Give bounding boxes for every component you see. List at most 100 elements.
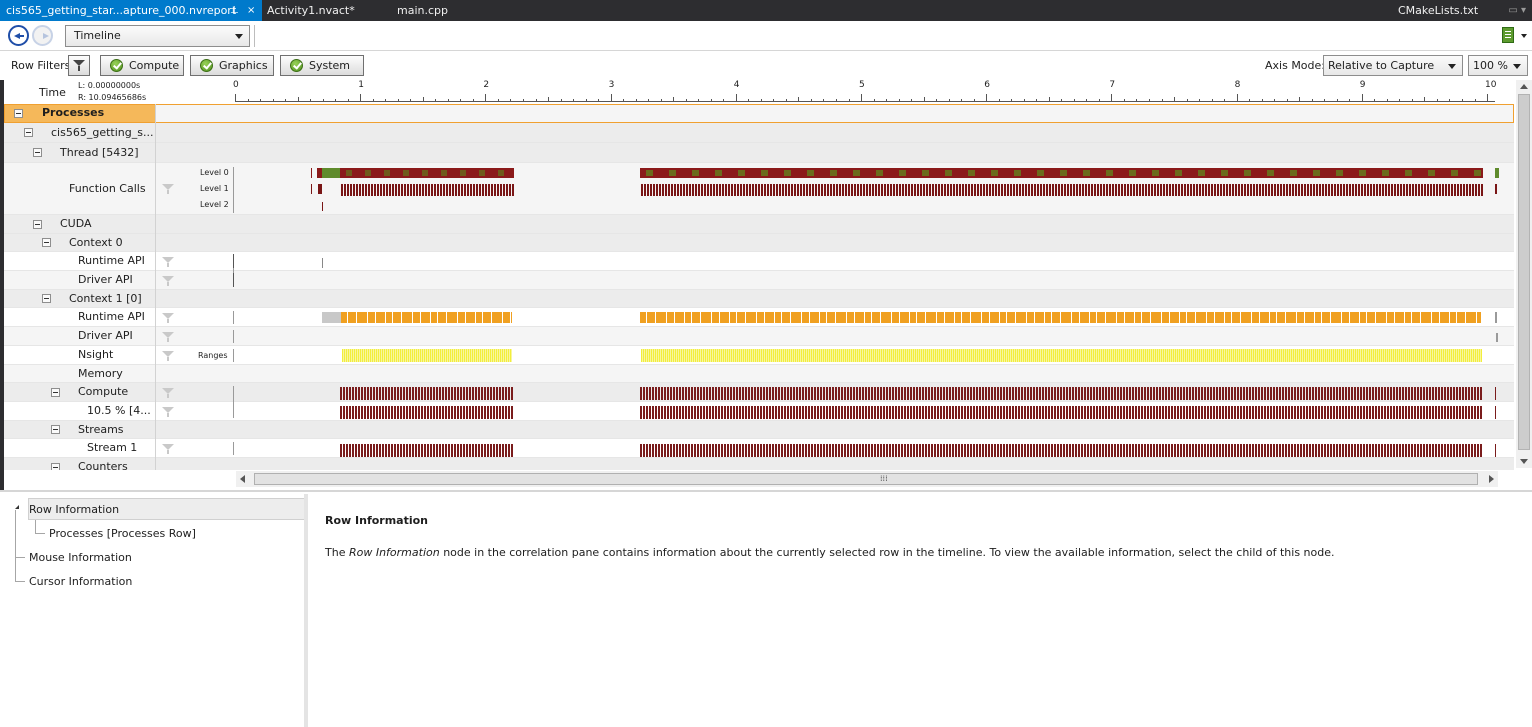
report-icon[interactable] (1502, 27, 1514, 43)
ctx1-runtime-event (1072, 312, 1079, 323)
compute-kernel (1432, 387, 1434, 400)
compute-kernel (406, 387, 408, 400)
ruler-tick-label: 8 (1234, 80, 1241, 90)
compute-kernel (898, 387, 900, 400)
ruler-tick (347, 99, 349, 101)
scroll-up-icon[interactable] (1520, 84, 1528, 89)
tree-item-mouse-information[interactable]: Mouse Information (29, 551, 132, 564)
compute-kernel (808, 444, 810, 457)
nsight-range (1059, 349, 1061, 362)
compute-kernel (1126, 406, 1128, 419)
compute-filter-button[interactable]: Compute (100, 55, 184, 76)
scroll-down-icon[interactable] (1520, 459, 1528, 464)
nsight-range (1221, 349, 1223, 362)
compute-kernel (457, 387, 459, 400)
level1-event (752, 184, 754, 196)
level1-event (899, 184, 901, 196)
scroll-left-icon[interactable] (240, 475, 245, 483)
pane-splitter[interactable] (304, 494, 308, 727)
graphics-filter-button[interactable]: Graphics (190, 55, 274, 76)
view-select[interactable]: Timeline (65, 25, 250, 47)
nsight-range (350, 349, 352, 362)
pin-icon[interactable]: ⊥ (230, 0, 239, 21)
level0-event-green (1495, 168, 1499, 178)
chevron-down-icon[interactable] (1521, 34, 1527, 38)
ruler-tick (861, 94, 862, 101)
back-button[interactable] (8, 25, 29, 46)
zoom-select[interactable]: 100 % (1468, 55, 1528, 76)
compute-kernel (1219, 406, 1221, 419)
close-icon[interactable]: × (247, 0, 255, 21)
nsight-range (1001, 349, 1003, 362)
compute-kernel (1180, 406, 1182, 419)
tab-overflow-icons[interactable]: ▭ ▾ (1508, 0, 1526, 21)
forward-button[interactable] (32, 25, 53, 46)
compute-kernel (640, 406, 642, 419)
tree-item-row-information[interactable]: Row Information (29, 503, 119, 516)
ctx1-runtime-event (1151, 312, 1161, 323)
system-filter-button[interactable]: System (280, 55, 364, 76)
compute-kernel (1318, 444, 1320, 457)
compute-kernel (1249, 406, 1251, 419)
compute-kernel (1078, 444, 1080, 457)
ctx1-runtime-event (1196, 312, 1206, 323)
level1-event (1235, 184, 1237, 196)
nsight-range (743, 349, 745, 362)
ctx1-runtime-event (1180, 312, 1186, 323)
timeline-grid[interactable]: Processes cis565_getting_s... Thread [54… (4, 104, 1514, 470)
compute-kernel (1462, 387, 1464, 400)
tab-nvreport[interactable]: cis565_getting_star...apture_000.nvrepor… (0, 0, 262, 21)
compute-kernel (358, 444, 360, 457)
compute-kernel (958, 387, 960, 400)
axis-mode-select[interactable]: Relative to Capture (1323, 55, 1463, 76)
nsight-range (1183, 349, 1185, 362)
compute-kernel (1471, 444, 1473, 457)
compute-kernel (508, 444, 510, 457)
compute-kernel (1447, 387, 1449, 400)
level1-event (1262, 184, 1264, 196)
tree-item-processes-row[interactable]: Processes [Processes Row] (49, 527, 196, 540)
compute-kernel (1063, 406, 1065, 419)
nsight-range (643, 349, 645, 362)
horizontal-scroll-thumb[interactable]: ⁞⁞⁞ (254, 473, 1478, 485)
expanded-arrow-icon[interactable] (12, 505, 19, 509)
level1-event (797, 184, 799, 196)
nsight-range (893, 349, 895, 362)
tab-activity1[interactable]: Activity1.nvact* (267, 0, 377, 21)
nsight-range (1105, 349, 1107, 362)
nsight-range (1017, 349, 1019, 362)
ctx1-runtime-event (1466, 312, 1476, 323)
ruler-tick (823, 99, 825, 101)
compute-kernel (709, 406, 711, 419)
level1-event (740, 184, 742, 196)
compute-kernel (736, 406, 738, 419)
nsight-range (1199, 349, 1201, 362)
ctx1-runtime-event (1457, 312, 1465, 323)
tree-item-cursor-information[interactable]: Cursor Information (29, 575, 132, 588)
filter-funnel-button[interactable] (68, 55, 90, 76)
level1-event (1157, 184, 1159, 196)
timeline-vertical-scrollbar[interactable] (1516, 80, 1532, 468)
nsight-range (1031, 349, 1033, 362)
nsight-range (781, 349, 783, 362)
time-ruler[interactable]: Time L: 0.00000000s R: 10.09465686s 0123… (0, 80, 1532, 104)
nsight-range (683, 349, 685, 362)
nsight-range (444, 349, 446, 362)
timeline-horizontal-scrollbar[interactable]: ⁞⁞⁞ (236, 471, 1498, 487)
zoom-value: 100 % (1473, 59, 1508, 72)
tab-cmakelists[interactable]: CMakeLists.txt (1398, 0, 1498, 21)
nsight-range (797, 349, 799, 362)
compute-kernel (979, 387, 981, 400)
nsight-range (973, 349, 975, 362)
ruler-tick (798, 97, 800, 101)
level1-event (383, 184, 385, 196)
compute-kernel (1396, 444, 1398, 457)
nsight-range (1275, 349, 1277, 362)
ruler-tick (335, 99, 337, 101)
scroll-right-icon[interactable] (1489, 475, 1494, 483)
nsight-range (1263, 349, 1265, 362)
compute-kernel (502, 406, 504, 419)
compute-kernel (718, 406, 720, 419)
tab-main-cpp[interactable]: main.cpp (397, 0, 467, 21)
vertical-scroll-thumb[interactable] (1518, 94, 1530, 450)
